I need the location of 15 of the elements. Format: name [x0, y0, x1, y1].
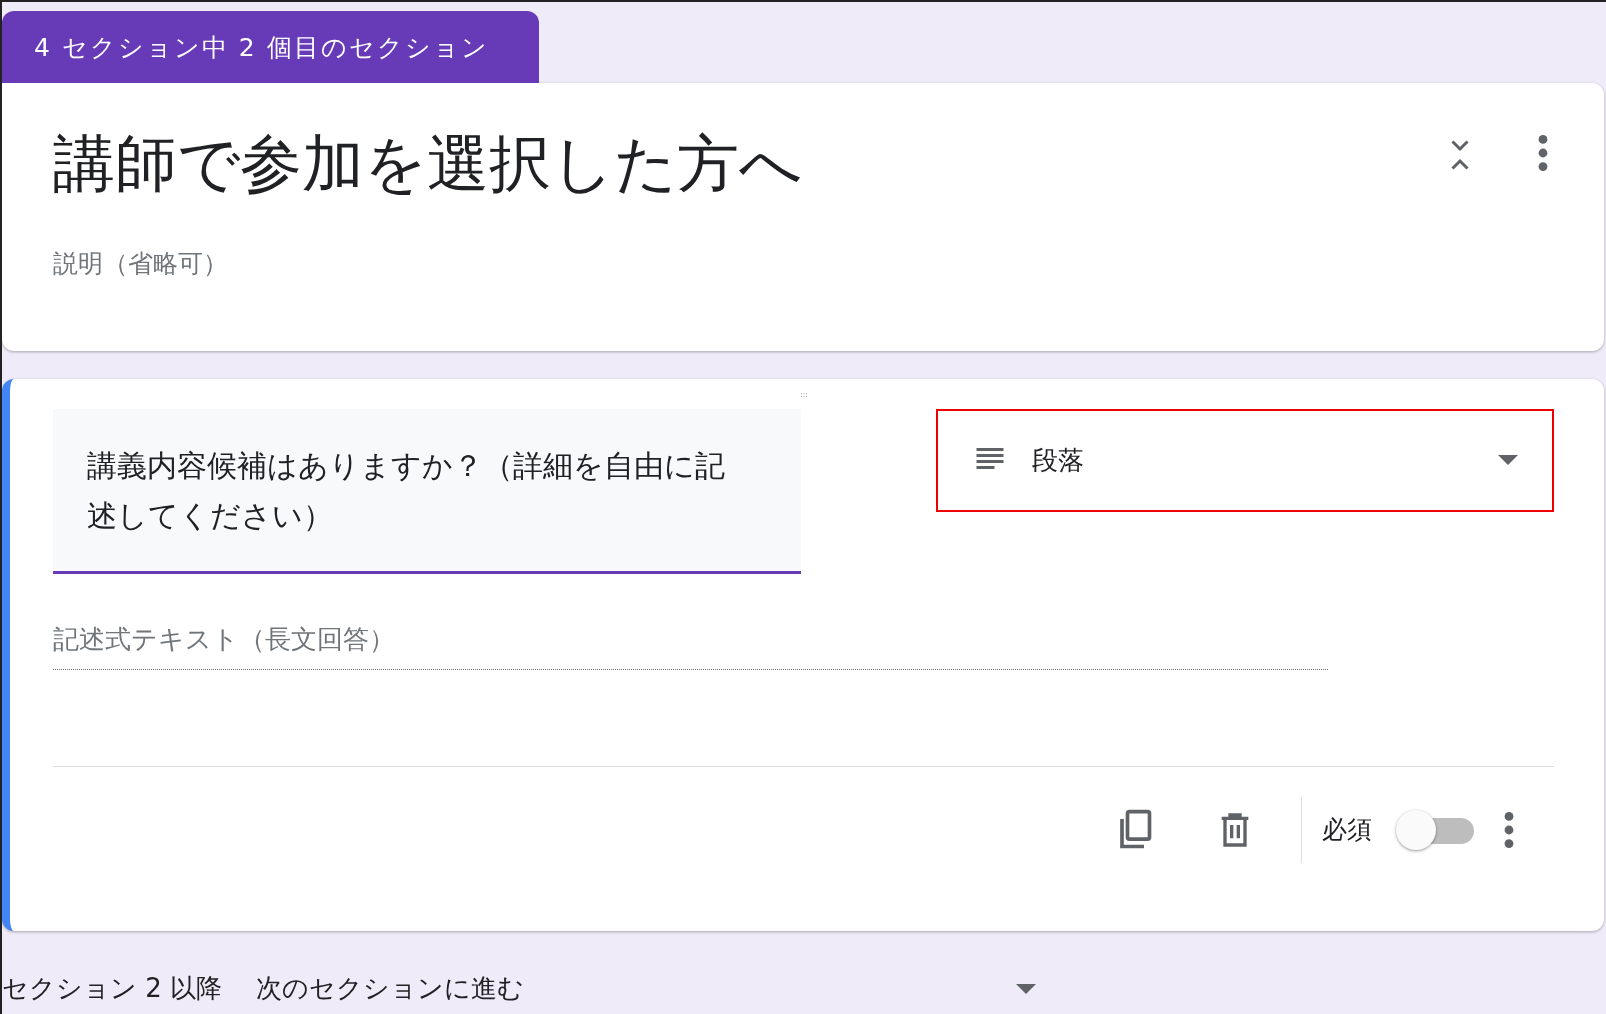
caret-down-icon — [1016, 983, 1037, 994]
after-section-label: セクション 2 以降 — [2, 972, 223, 1005]
question-type-label: 段落 — [1032, 443, 1085, 477]
description-field[interactable]: 説明（省略可） — [53, 244, 802, 283]
more-vertical-icon — [1538, 134, 1548, 171]
required-toggle[interactable] — [1396, 809, 1474, 850]
section-title[interactable]: 講師で参加を選択した方へ — [53, 126, 802, 201]
caret-down-icon — [1498, 455, 1518, 465]
required-label: 必須 — [1322, 813, 1372, 846]
more-vertical-icon — [1504, 811, 1514, 848]
long-answer-field: 記述式テキスト（長文回答） — [53, 619, 1328, 670]
question-type-dropdown[interactable]: 段落 — [936, 408, 1554, 512]
section-badge: 4 セクション中 2 個目のセクション — [2, 11, 539, 83]
question-title-field[interactable]: 講義内容候補はありますか？（詳細を自由に記述してください） — [53, 408, 801, 574]
next-section-dropdown[interactable]: 次のセクションに進む — [256, 969, 1037, 1008]
